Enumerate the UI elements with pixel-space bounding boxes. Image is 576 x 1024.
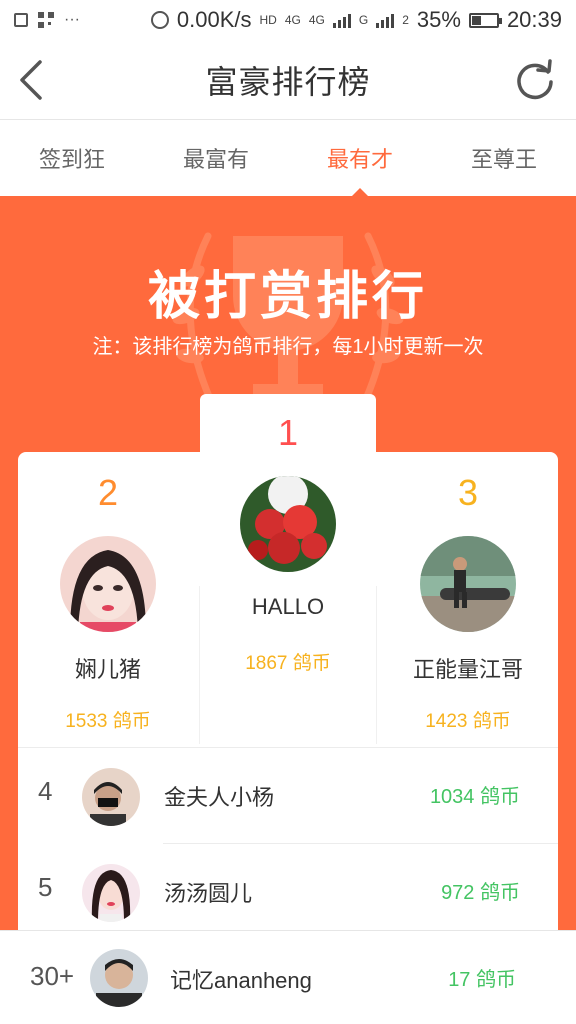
tab-richest[interactable]: 最富有 <box>144 120 288 196</box>
list-name: 金夫人小杨 <box>164 785 275 810</box>
network-speed: 0.00K/s <box>176 7 252 32</box>
list-score: 972 鸽币 <box>441 882 520 904</box>
tab-bar: 签到狂 最富有 最有才 至尊王 <box>0 120 576 196</box>
list-name: 汤汤圆儿 <box>164 881 253 906</box>
back-arrow-icon[interactable] <box>14 58 54 102</box>
rank-2-number: 2 <box>97 472 119 513</box>
tab-most-talented[interactable]: 最有才 <box>288 120 432 196</box>
nav-bar: 富豪排行榜 <box>0 40 576 120</box>
rank-2-score: 1533 鸽币 <box>65 711 151 732</box>
my-rank: 30+ <box>30 961 75 991</box>
avatar-rank-5[interactable] <box>82 864 140 922</box>
network-type-1: 4G <box>284 13 301 27</box>
avatar-rank-1[interactable] <box>240 476 336 572</box>
avatar-rank-2[interactable] <box>60 536 156 632</box>
network-type-2: 4G <box>308 13 325 27</box>
tab-most-talented-label: 最有才 <box>326 147 393 172</box>
status-right: 0.00K/s HD 4G 4G G 2 35% 20:39 <box>150 7 562 33</box>
clock: 20:39 <box>506 7 562 32</box>
sim-indicator: 2 <box>402 13 409 27</box>
banner-title: 被打赏排行 <box>147 268 428 326</box>
podium-divider-right <box>376 586 377 744</box>
rank-3-score: 1423 鸽币 <box>425 711 511 732</box>
rank-1-score: 1867 鸽币 <box>245 653 331 674</box>
alarm-icon <box>150 11 169 29</box>
refresh-icon[interactable] <box>514 58 556 102</box>
rank-1-name[interactable]: HALLO <box>200 594 376 620</box>
status-left: ··· <box>14 11 80 29</box>
rank-2-name[interactable]: 娴儿猪 <box>18 652 198 684</box>
list-item[interactable]: 5 汤汤圆儿 972 鸽币 <box>18 844 558 940</box>
battery-icon <box>468 12 502 28</box>
my-avatar[interactable] <box>90 949 148 1007</box>
image-notification-icon <box>14 13 28 27</box>
page-title: 富豪排行榜 <box>205 63 371 100</box>
network-type-3: G <box>358 13 369 27</box>
rank-3-number: 3 <box>457 472 479 513</box>
qr-notification-icon <box>38 12 54 28</box>
battery-percent: 35% <box>416 7 461 32</box>
avatar-rank-4[interactable] <box>82 768 140 826</box>
list-rank: 5 <box>38 872 53 902</box>
banner-note: 注：该排行榜为鸽币排行，每1小时更新一次 <box>92 336 484 358</box>
rank-1-number: 1 <box>277 412 299 453</box>
status-bar: ··· 0.00K/s HD 4G 4G G 2 35% 20:39 <box>0 0 576 40</box>
list-item[interactable]: 4 金夫人小杨 1034 鸽币 <box>18 748 558 844</box>
avatar-rank-3[interactable] <box>420 536 516 632</box>
signal-icon-2 <box>376 12 395 28</box>
tab-sign-in[interactable]: 签到狂 <box>0 120 144 196</box>
signal-icon <box>332 12 351 28</box>
list-score: 1034 鸽币 <box>429 786 520 808</box>
hd-indicator: HD <box>259 13 277 27</box>
my-rank-bar[interactable]: 30+ 记忆ananheng 17 鸽币 <box>0 930 576 1024</box>
more-notifications-icon: ··· <box>64 11 80 28</box>
active-tab-indicator <box>352 188 368 196</box>
rank-3-name[interactable]: 正能量江哥 <box>378 652 558 684</box>
my-score: 17 鸽币 <box>448 969 516 991</box>
my-name: 记忆ananheng <box>170 968 312 993</box>
tab-supreme[interactable]: 至尊王 <box>432 120 576 196</box>
list-rank: 4 <box>38 776 53 806</box>
